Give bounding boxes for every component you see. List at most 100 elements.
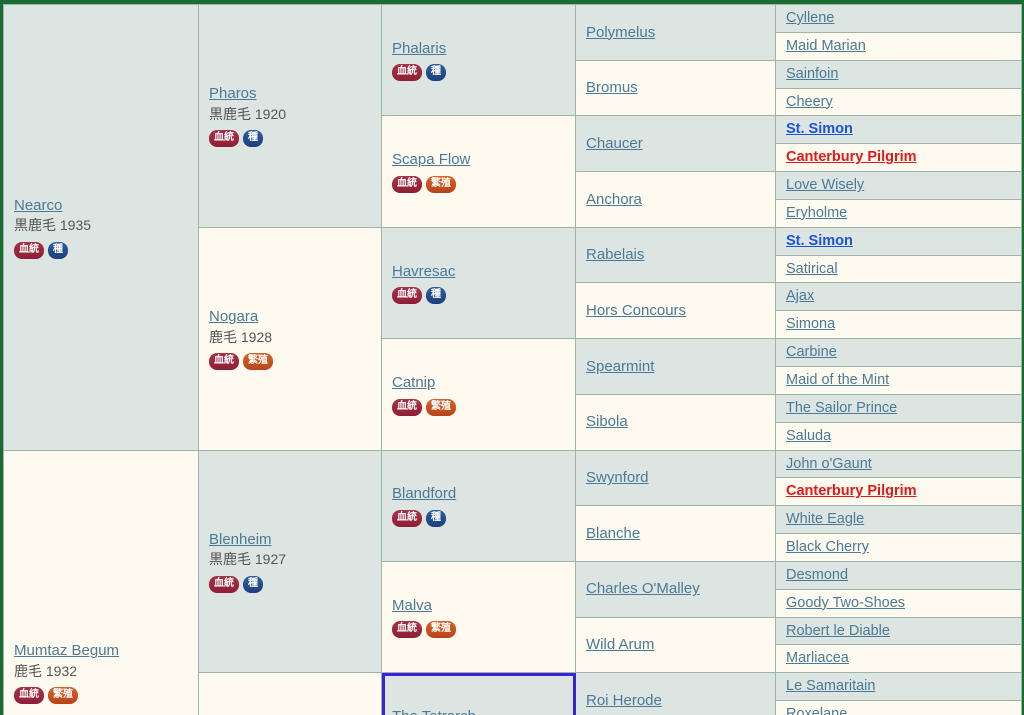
pedigree-cell-gen5[interactable]: Ajax [775, 282, 1022, 312]
horse-name-link[interactable]: Cyllene [786, 9, 1011, 28]
horse-name-link[interactable]: Blenheim [209, 530, 371, 550]
pedigree-cell-gen1[interactable]: Nearco 黒鹿毛 1935 血統種 [3, 4, 199, 451]
badge-shu[interactable]: 種 [243, 575, 263, 593]
horse-name-link[interactable]: Rabelais [586, 245, 765, 265]
pedigree-cell-gen2[interactable]: Mumtaz Mahal芦毛 1921血統競走繁殖 [198, 672, 382, 715]
pedigree-cell-gen5[interactable]: Simona [775, 310, 1022, 340]
pedigree-cell-gen4[interactable]: Bromus [575, 59, 776, 117]
pedigree-cell-gen3[interactable]: Scapa Flow 血統 繁殖 [381, 115, 576, 228]
pedigree-cell-gen3[interactable]: Phalaris 血統種 [381, 3, 576, 117]
horse-name-link[interactable]: Pharos [209, 84, 371, 104]
badge-ketto[interactable]: 血統 [209, 353, 239, 371]
badge-ketto[interactable]: 血統 [392, 64, 422, 82]
horse-name-link[interactable]: Simona [786, 315, 1011, 334]
horse-name-link[interactable]: Marliacea [786, 649, 1011, 668]
horse-name-link[interactable]: Nearco [14, 196, 188, 216]
pedigree-cell-gen1[interactable]: Mumtaz Begum 鹿毛 1932 血統 繁殖 [3, 449, 199, 715]
horse-name-link[interactable]: Le Samaritain [786, 677, 1011, 696]
badge-ketto[interactable]: 血統 [392, 287, 422, 305]
badge-shu[interactable]: 種 [426, 509, 446, 527]
pedigree-cell-gen5[interactable]: Canterbury Pilgrim [775, 477, 1022, 507]
pedigree-cell-gen2[interactable]: Blenheim 黒鹿毛 1927 血統種 [198, 449, 382, 674]
pedigree-cell-gen3[interactable]: Malva 血統 繁殖 [381, 560, 576, 674]
horse-name-link[interactable]: Robert le Diable [786, 622, 1011, 641]
horse-name-link[interactable]: John o'Gaunt [786, 455, 1011, 474]
pedigree-cell-gen5[interactable]: Cheery [775, 87, 1022, 117]
horse-name-link[interactable]: Sibola [586, 412, 765, 432]
horse-name-link[interactable]: Swynford [586, 468, 765, 488]
pedigree-cell-gen5[interactable]: Maid Marian [775, 31, 1022, 61]
pedigree-cell-gen4[interactable]: Swynford [575, 449, 776, 507]
horse-name-link[interactable]: Black Cherry [786, 538, 1011, 557]
horse-name-link[interactable]: Anchora [586, 190, 765, 210]
pedigree-cell-gen5[interactable]: Cyllene [775, 4, 1022, 33]
pedigree-cell-gen2[interactable]: Nogara 鹿毛 1928 血統 繁殖 [198, 226, 382, 451]
horse-name-link[interactable]: Mumtaz Begum [14, 641, 188, 661]
pedigree-cell-gen3[interactable]: Blandford 血統種 [381, 449, 576, 562]
pedigree-cell-gen4[interactable]: Rabelais [575, 226, 776, 284]
pedigree-cell-gen5[interactable]: Satirical [775, 254, 1022, 284]
badge-shu[interactable]: 種 [243, 130, 263, 148]
pedigree-cell-gen5[interactable]: Sainfoin [775, 59, 1022, 89]
horse-name-link[interactable]: Saluda [786, 427, 1011, 446]
horse-name-link[interactable]: Ajax [786, 287, 1011, 306]
horse-name-link[interactable]: Canterbury Pilgrim [786, 148, 1011, 167]
horse-name-link[interactable]: Cheery [786, 93, 1011, 112]
pedigree-cell-gen5[interactable]: Marliacea [775, 644, 1022, 674]
badge-hanshoku[interactable]: 繁殖 [243, 353, 273, 371]
horse-name-link[interactable]: Scapa Flow [392, 150, 565, 170]
badge-ketto[interactable]: 血統 [392, 621, 422, 639]
badge-ketto[interactable]: 血統 [14, 241, 44, 259]
badge-ketto[interactable]: 血統 [209, 575, 239, 593]
pedigree-cell-gen5[interactable]: St. Simon [775, 226, 1022, 256]
pedigree-cell-gen3[interactable]: Havresac 血統種 [381, 226, 576, 340]
badge-ketto[interactable]: 血統 [392, 175, 422, 193]
horse-name-link[interactable]: Spearmint [586, 357, 765, 377]
pedigree-cell-gen5[interactable]: Love Wisely [775, 171, 1022, 200]
badge-ketto[interactable]: 血統 [392, 509, 422, 527]
horse-name-link[interactable]: Eryholme [786, 204, 1011, 223]
pedigree-cell-gen4[interactable]: Spearmint [575, 338, 776, 395]
horse-name-link[interactable]: Canterbury Pilgrim [786, 482, 1011, 501]
pedigree-cell-gen5[interactable]: Maid of the Mint [775, 365, 1022, 395]
horse-name-link[interactable]: Roxelane [786, 705, 1011, 715]
pedigree-cell-gen4[interactable]: Charles O'Malley [575, 560, 776, 618]
badge-ketto[interactable]: 血統 [392, 398, 422, 416]
pedigree-cell-gen5[interactable]: Roxelane [775, 700, 1022, 715]
horse-name-link[interactable]: The Sailor Prince [786, 399, 1011, 418]
pedigree-cell-gen2[interactable]: Pharos 黒鹿毛 1920 血統種 [198, 4, 382, 228]
horse-name-link[interactable]: Wild Arum [586, 635, 765, 655]
pedigree-cell-gen5[interactable]: Black Cherry [775, 533, 1022, 562]
horse-name-link[interactable]: Desmond [786, 566, 1011, 585]
pedigree-cell-gen5[interactable]: Le Samaritain [775, 672, 1022, 702]
badge-shu[interactable]: 種 [48, 241, 68, 259]
badge-ketto[interactable]: 血統 [209, 130, 239, 148]
horse-name-link[interactable]: St. Simon [786, 120, 1011, 139]
pedigree-cell-gen4[interactable]: Roi Herode [575, 672, 776, 715]
horse-name-link[interactable]: Carbine [786, 343, 1011, 362]
pedigree-cell-gen4[interactable]: Wild Arum [575, 616, 776, 674]
pedigree-cell-gen4[interactable]: Sibola [575, 393, 776, 451]
horse-name-link[interactable]: Havresac [392, 262, 565, 282]
pedigree-cell-gen5[interactable]: Carbine [775, 338, 1022, 367]
pedigree-cell-gen3[interactable]: The Tetrarch血統種 [381, 672, 576, 715]
badge-hanshoku[interactable]: 繁殖 [426, 398, 456, 416]
horse-name-link[interactable]: Satirical [786, 260, 1011, 279]
pedigree-cell-gen4[interactable]: Chaucer [575, 115, 776, 173]
horse-name-link[interactable]: Roi Herode [586, 691, 765, 711]
pedigree-cell-gen4[interactable]: Polymelus [575, 4, 776, 61]
horse-name-link[interactable]: Maid of the Mint [786, 371, 1011, 390]
pedigree-cell-gen4[interactable]: Anchora [575, 171, 776, 228]
horse-name-link[interactable]: Love Wisely [786, 176, 1011, 195]
badge-hanshoku[interactable]: 繁殖 [426, 175, 456, 193]
pedigree-cell-gen5[interactable]: The Sailor Prince [775, 393, 1022, 423]
horse-name-link[interactable]: Catnip [392, 373, 565, 393]
pedigree-cell-gen5[interactable]: White Eagle [775, 505, 1022, 535]
pedigree-cell-gen5[interactable]: Robert le Diable [775, 616, 1022, 646]
horse-name-link[interactable]: Maid Marian [786, 37, 1011, 56]
badge-hanshoku[interactable]: 繁殖 [426, 621, 456, 639]
pedigree-cell-gen5[interactable]: John o'Gaunt [775, 449, 1022, 479]
horse-name-link[interactable]: St. Simon [786, 232, 1011, 251]
horse-name-link[interactable]: Blanche [586, 524, 765, 544]
horse-name-link[interactable]: The Tetrarch [392, 707, 565, 715]
